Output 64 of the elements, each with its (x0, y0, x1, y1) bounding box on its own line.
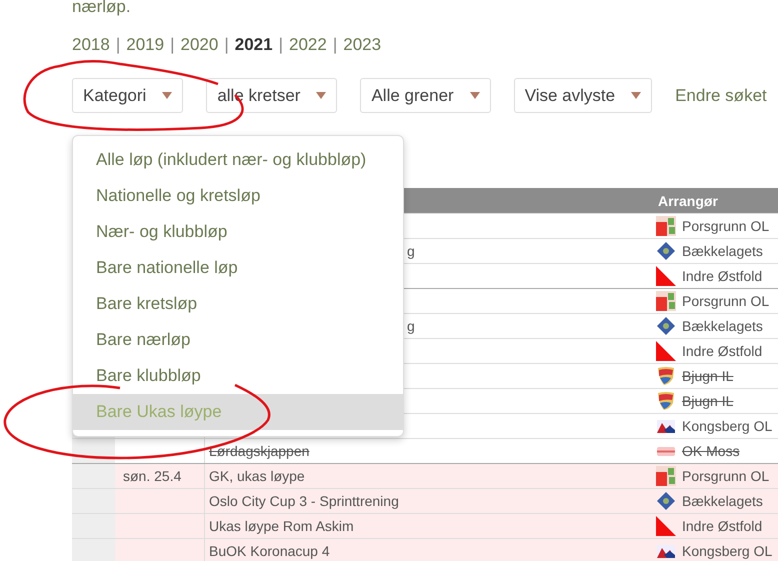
caret-icon (631, 92, 642, 99)
menu-item[interactable]: Alle løp (inkludert nær- og klubbløp) (73, 142, 403, 178)
caret-icon (162, 92, 172, 99)
filter-dropdown[interactable]: Vise avlyste (514, 78, 652, 113)
filter-dropdown[interactable]: Kategori (72, 78, 184, 113)
club-logo-icon (656, 491, 676, 511)
menu-item[interactable]: Nationelle og kretsløp (73, 178, 403, 214)
event-name[interactable]: Lørdagskjappen (209, 443, 310, 459)
separator: | (116, 35, 120, 55)
separator: | (278, 35, 283, 55)
club-logo-icon (656, 341, 676, 361)
event-name: g (406, 318, 415, 334)
column-header: Arrangør (657, 192, 719, 208)
gutter-cell (72, 489, 115, 513)
year-link[interactable]: 2022 (289, 35, 327, 55)
organizer-name[interactable]: Porsgrunn OL (682, 293, 770, 309)
caret-icon (470, 92, 480, 99)
event-name[interactable]: Oslo City Cup 3 - Sprinttrening (209, 493, 399, 509)
menu-item[interactable]: Bare klubbløp (73, 358, 403, 394)
caret-icon (316, 92, 326, 99)
filter-dropdown[interactable]: Alle grener (360, 78, 491, 113)
menu-item[interactable]: Bare nærløp (73, 322, 403, 358)
event-name[interactable]: BuOK Koronacup 4 (209, 543, 330, 559)
club-logo-icon (656, 516, 676, 536)
club-logo-icon (656, 466, 676, 486)
gutter-cell (72, 464, 115, 488)
club-logo-icon (656, 316, 676, 336)
organizer-name[interactable]: Indre Østfold (682, 343, 762, 359)
event-name[interactable]: GK, ukas løype (209, 468, 305, 484)
gutter-cell (72, 514, 115, 538)
year-link[interactable]: 2023 (343, 35, 382, 55)
intro-text: nærløp. (72, 0, 132, 17)
event-name: g (406, 243, 415, 259)
organizer-name[interactable]: Porsgrunn OL (682, 218, 770, 234)
organizer-name[interactable]: Bjugn IL (682, 368, 734, 384)
organizer-name[interactable]: Kongsberg OL (682, 418, 772, 434)
organizer-name[interactable]: OK Moss (682, 443, 740, 459)
organizer-name[interactable]: Bjugn IL (682, 393, 734, 409)
organizer-name[interactable]: Indre Østfold (682, 268, 762, 284)
club-logo-icon (656, 266, 676, 286)
club-logo-icon (656, 291, 676, 311)
year-link[interactable]: 2019 (126, 35, 164, 55)
separator: | (332, 35, 338, 55)
club-logo-icon (656, 366, 676, 386)
club-logo-icon (656, 391, 676, 411)
separator: | (170, 35, 174, 55)
menu-item[interactable]: Bare kretsløp (73, 286, 403, 322)
year-link[interactable]: 2020 (180, 35, 218, 55)
organizer-name[interactable]: Porsgrunn OL (682, 468, 770, 484)
club-logo-icon (656, 241, 676, 261)
organizer-name[interactable]: Kongsberg OL (682, 543, 772, 559)
organizer-name[interactable]: Bækkelagets (682, 318, 763, 334)
year-link[interactable]: 2021 (234, 35, 273, 55)
gutter-cell (72, 539, 115, 561)
event-name[interactable]: Ukas løype Rom Askim (209, 518, 354, 534)
menu-item[interactable]: Bare nationelle løp (73, 250, 403, 286)
organizer-name[interactable]: Bækkelagets (682, 243, 763, 259)
organizer-name[interactable]: Bækkelagets (682, 493, 763, 509)
organizer-name[interactable]: Indre Østfold (682, 518, 762, 534)
club-logo-icon (656, 216, 676, 236)
change-search-link[interactable]: Endre søket (675, 86, 767, 106)
menu-item[interactable]: Nær- og klubbløp (73, 214, 403, 250)
separator: | (224, 35, 229, 55)
year-link[interactable]: 2018 (72, 35, 110, 55)
